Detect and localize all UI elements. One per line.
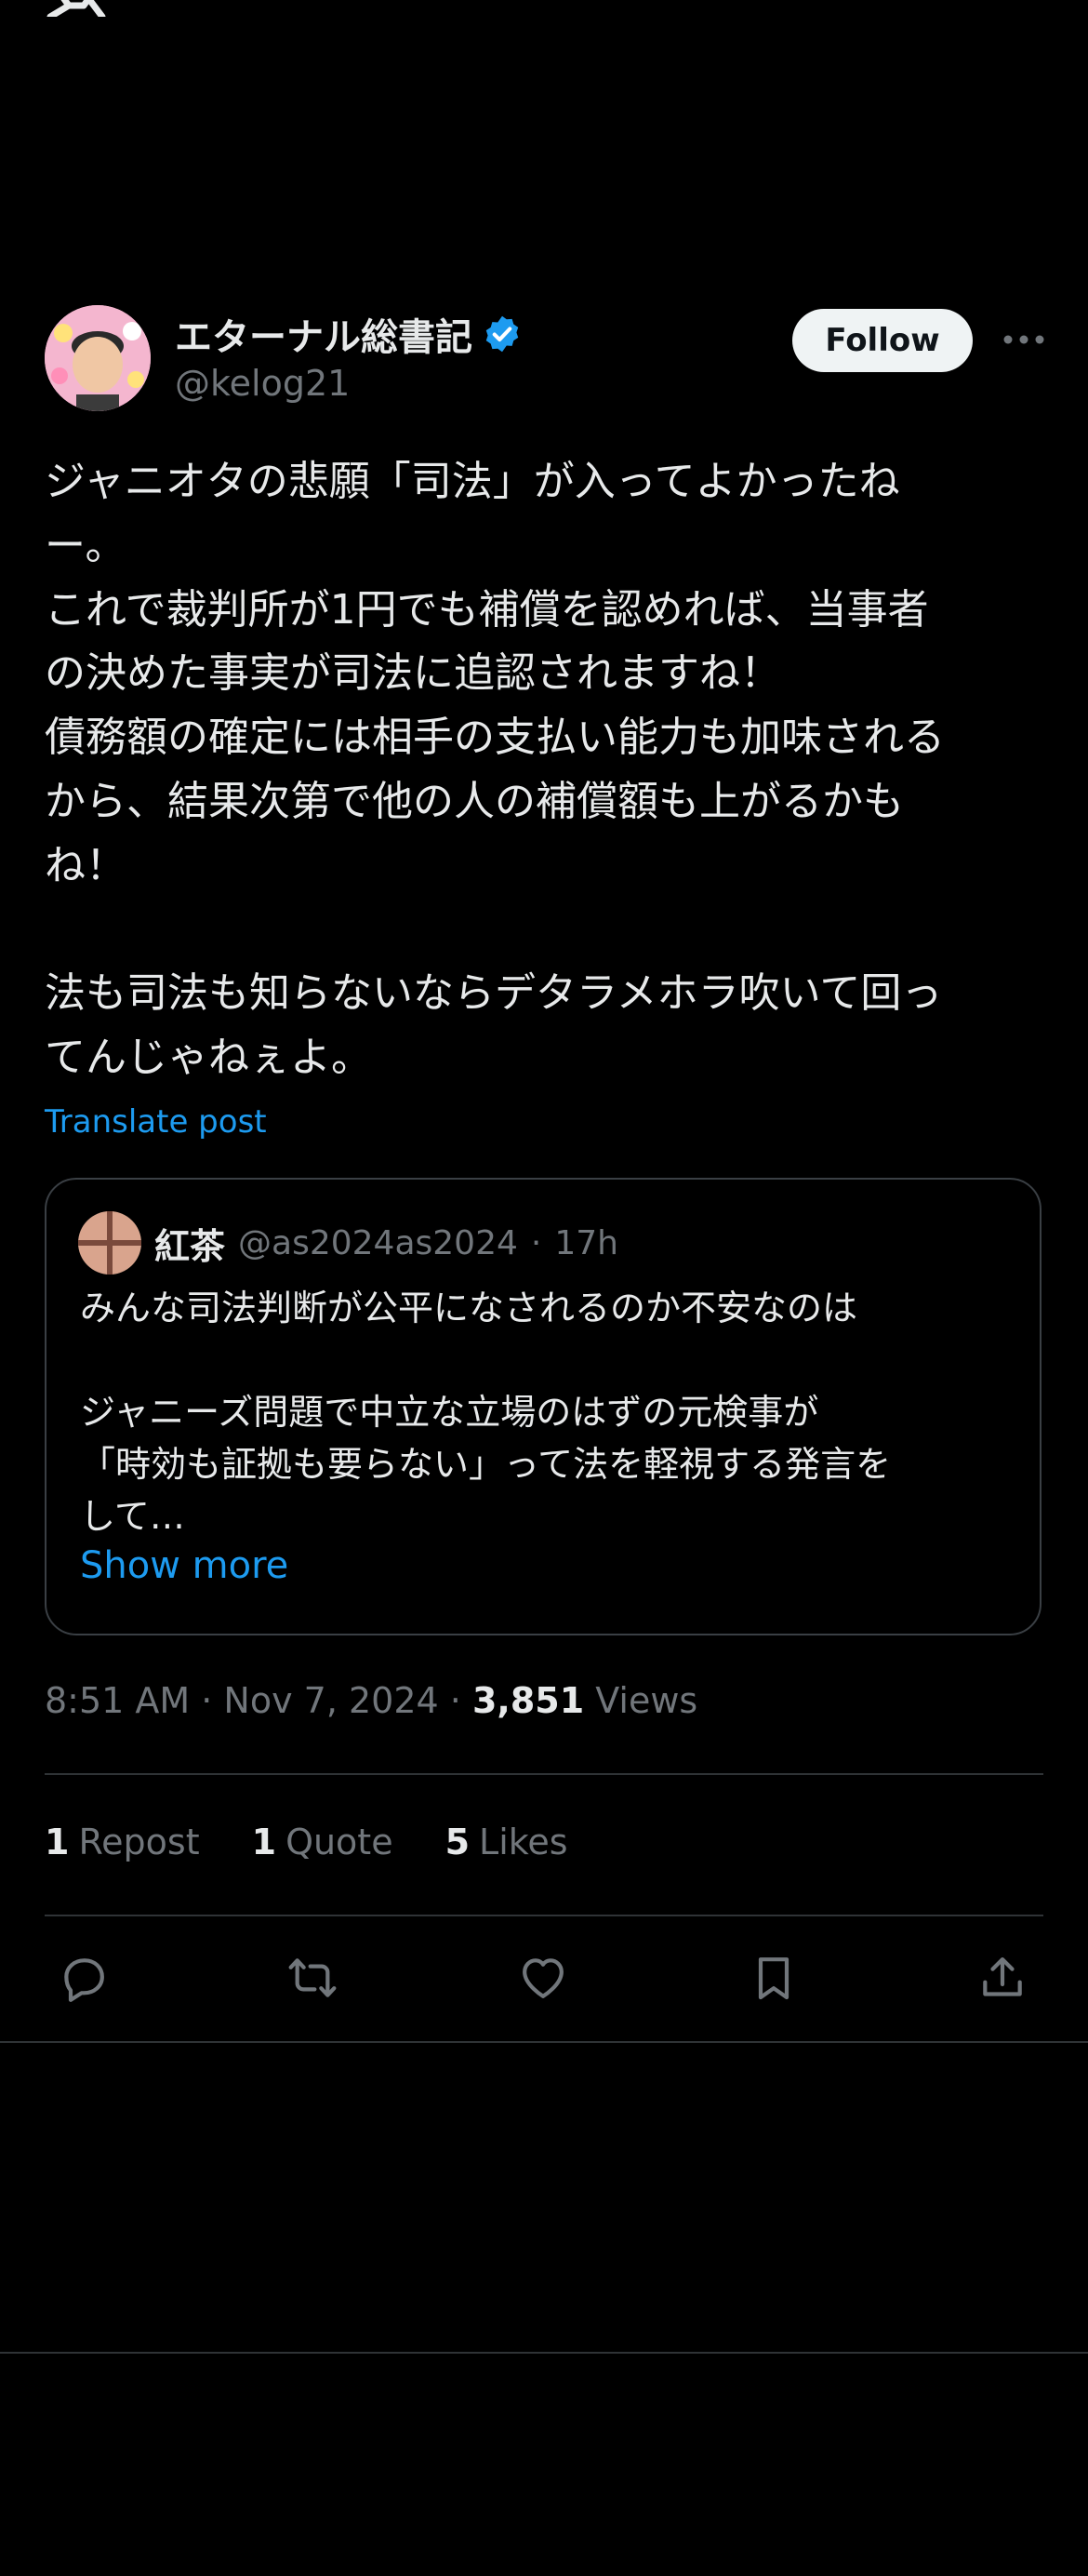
quote-header: 紅茶 @as2024as2024 · 17h [154,1213,618,1273]
show-more-link[interactable]: Show more [80,1544,288,1587]
reposts-stat[interactable]: 1 Repost [45,1822,200,1862]
action-bar [45,1944,1043,2011]
verified-badge-icon [485,315,519,353]
more-dots-icon[interactable] [1001,324,1047,355]
author-handle[interactable]: @kelog21 [175,363,523,404]
divider [45,1773,1043,1775]
post-header: エターナル総書記 @kelog21 Follow [45,305,1044,417]
divider [45,1915,1043,1916]
divider [0,2352,1088,2354]
like-button[interactable] [513,1944,573,2011]
avatar-image [45,305,151,411]
quote-separator: · [530,1223,542,1262]
share-button[interactable] [973,1944,1032,2011]
follow-button[interactable]: Follow [792,309,973,372]
reposts-count: 1 [45,1822,70,1862]
repost-button[interactable] [283,1944,342,2011]
quotes-count: 1 [251,1822,277,1862]
likes-label: Likes [479,1822,568,1862]
reposts-label: Repost [78,1822,200,1862]
quote-avatar [78,1211,141,1275]
timestamp-text: 8:51 AM · Nov 7, 2024 · [45,1680,472,1721]
quote-author-handle: @as2024as2024 [238,1223,518,1262]
translate-post-link[interactable]: Translate post [45,1103,267,1141]
views-count[interactable]: 3,851 [472,1680,584,1721]
bookmark-button[interactable] [744,1944,803,2011]
quoted-post-card[interactable]: 紅茶 @as2024as2024 · 17h みんな司法判断が公平になされるのか… [45,1178,1042,1635]
reply-button[interactable] [54,1944,113,2011]
author-block: エターナル総書記 @kelog21 [175,305,523,404]
author-name[interactable]: エターナル総書記 [175,307,472,361]
views-label: Views [584,1680,698,1721]
reply-icon [64,1958,104,2002]
share-icon [983,1957,1022,1996]
heart-icon [523,1958,564,1998]
likes-stat[interactable]: 5 Likes [445,1822,568,1862]
engagement-stats: 1 Repost 1 Quote 5 Likes [45,1822,620,1862]
quote-author-name: 紅茶 [154,1225,226,1267]
likes-count: 5 [444,1822,471,1862]
quotes-stat[interactable]: 1 Quote [252,1822,393,1862]
post-text: ジャニオタの悲願「司法」が入ってよかったね ー。 これで裁判所が1円でも補償を認… [45,458,945,1082]
post-timestamp: 8:51 AM · Nov 7, 2024 · 3,851 Views [45,1680,697,1721]
avatar[interactable] [45,305,151,411]
quote-text: みんな司法判断が公平になされるのか不安なのは ジャニーズ問題で中立な立場のはずの… [80,1288,892,1537]
x-logo-icon[interactable] [46,0,106,17]
quotes-label: Quote [285,1822,393,1862]
quote-time: 17h [554,1223,618,1262]
divider [0,2041,1088,2043]
repost-icon [288,1958,337,1997]
bookmark-icon [758,1957,789,2000]
author-name-row: エターナル総書記 [175,305,523,363]
